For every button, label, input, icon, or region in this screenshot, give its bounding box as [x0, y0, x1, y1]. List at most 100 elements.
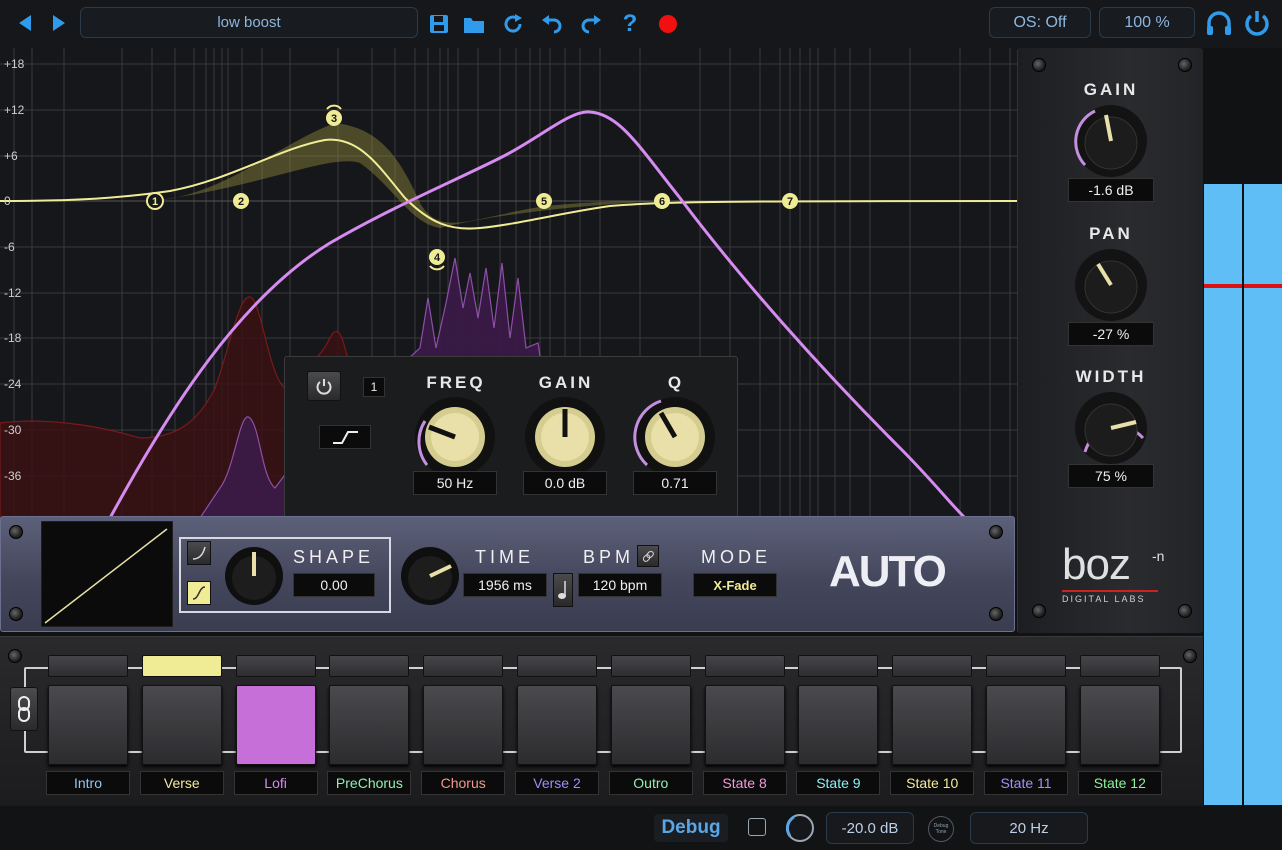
width-value[interactable]: 75 % — [1068, 464, 1154, 488]
state-name-1[interactable]: Intro — [46, 771, 130, 795]
eq-node-6[interactable]: 6 — [654, 193, 670, 209]
state-pad-9[interactable] — [798, 685, 879, 765]
output-panel: GAIN -1.6 dB PAN -27 % WIDTH 75 % boz -n… — [1017, 48, 1203, 633]
bpm-label: BPM — [583, 547, 635, 567]
state-pad-2[interactable] — [141, 685, 222, 765]
freq-knob[interactable] — [411, 395, 501, 481]
zoom-button[interactable]: 100 % — [1099, 7, 1195, 38]
state-pad-7[interactable] — [610, 685, 691, 765]
output-gain-value[interactable]: -1.6 dB — [1068, 178, 1154, 202]
band-power-button[interactable] — [307, 371, 341, 401]
q-knob[interactable] — [631, 395, 721, 481]
debug-level-value[interactable]: -20.0 dB — [826, 812, 914, 844]
state-select-11[interactable] — [986, 655, 1066, 677]
help-icon[interactable]: ? — [618, 10, 642, 37]
time-knob[interactable] — [399, 545, 461, 607]
state-link-button[interactable] — [10, 687, 38, 731]
eq-node-3[interactable]: 3 — [326, 104, 342, 126]
state-select-4[interactable] — [329, 655, 410, 677]
debug-button[interactable]: Debug — [654, 814, 728, 842]
freq-value[interactable]: 50 Hz — [413, 471, 497, 495]
db-scale-label: +18 — [4, 57, 25, 71]
debug-checkbox[interactable] — [748, 818, 766, 836]
state-select-1[interactable] — [48, 655, 128, 677]
time-value[interactable]: 1956 ms — [463, 573, 547, 597]
output-gain-knob[interactable] — [1068, 103, 1154, 179]
state-select-6[interactable] — [517, 655, 597, 677]
bpm-link-button[interactable] — [637, 545, 659, 567]
state-name-9[interactable]: State 9 — [796, 771, 881, 795]
state-select-12[interactable] — [1079, 655, 1160, 677]
state-pad-12[interactable] — [1079, 685, 1160, 765]
record-button[interactable] — [656, 12, 680, 36]
state-pad-1[interactable] — [48, 685, 128, 765]
eq-node-4[interactable]: 4 — [429, 249, 445, 271]
state-name-5[interactable]: Chorus — [421, 771, 506, 795]
state-name-12[interactable]: State 12 — [1077, 771, 1162, 795]
exp-shape-button[interactable] — [187, 541, 211, 565]
redo-button[interactable] — [578, 12, 604, 36]
low-shelf-icon — [333, 431, 358, 444]
prev-icon — [19, 15, 31, 31]
state-select-7[interactable] — [610, 655, 691, 677]
note-sync-button[interactable] — [553, 573, 573, 607]
state-pad-10[interactable] — [892, 685, 973, 765]
band-gain-value[interactable]: 0.0 dB — [523, 471, 607, 495]
reload-button[interactable] — [500, 12, 526, 36]
state-name-6[interactable]: Verse 2 — [515, 771, 599, 795]
mode-selector[interactable]: X-Fade — [693, 573, 777, 597]
shape-value[interactable]: 0.00 — [293, 573, 375, 597]
eq-node-1[interactable]: 1 — [146, 192, 164, 210]
eq-node-7[interactable]: 7 — [782, 193, 798, 209]
state-pad-4[interactable] — [329, 685, 410, 765]
state-pad-6[interactable] — [517, 685, 597, 765]
state-select-9[interactable] — [798, 655, 879, 677]
state-name-11[interactable]: State 11 — [984, 771, 1068, 795]
headphones-button[interactable] — [1204, 8, 1234, 38]
pan-value[interactable]: -27 % — [1068, 322, 1154, 346]
state-name-10[interactable]: State 10 — [890, 771, 975, 795]
state-pad-8[interactable] — [704, 685, 785, 765]
state-pad-3[interactable] — [235, 685, 316, 765]
state-name-3[interactable]: Lofi — [233, 771, 318, 795]
state-pad-11[interactable] — [986, 685, 1066, 765]
state-pad-5[interactable] — [423, 685, 504, 765]
eq-node-5[interactable]: 5 — [536, 193, 552, 209]
state-select-10[interactable] — [892, 655, 973, 677]
debug-level-knob[interactable] — [784, 812, 816, 844]
eq-node-2[interactable]: 2 — [233, 193, 249, 209]
width-knob[interactable] — [1068, 390, 1154, 466]
screw-icon — [8, 649, 22, 663]
svg-text:1: 1 — [152, 196, 158, 208]
debug-tone-toggle[interactable]: Debug Tone — [928, 816, 954, 842]
undo-button[interactable] — [539, 12, 565, 36]
state-name-8[interactable]: State 8 — [702, 771, 787, 795]
q-value[interactable]: 0.71 — [633, 471, 717, 495]
bpm-value[interactable]: 120 bpm — [578, 573, 662, 597]
state-select-8[interactable] — [704, 655, 785, 677]
debug-frequency-value[interactable]: 20 Hz — [970, 812, 1088, 844]
state-select-2[interactable] — [141, 655, 222, 677]
pan-knob[interactable] — [1068, 247, 1154, 323]
save-button[interactable] — [427, 12, 451, 36]
brand-subtitle: DIGITAL LABS — [1062, 590, 1158, 604]
filter-type-selector[interactable] — [319, 425, 371, 449]
db-scale-label: -36 — [4, 469, 22, 483]
band-gain-knob[interactable] — [521, 395, 611, 481]
screw-icon — [1178, 58, 1192, 72]
state-select-3[interactable] — [235, 655, 316, 677]
state-name-2[interactable]: Verse — [139, 771, 224, 795]
state-name-7[interactable]: Outro — [608, 771, 693, 795]
power-button[interactable] — [1242, 8, 1272, 38]
note-icon — [558, 581, 566, 599]
next-preset-button[interactable] — [46, 10, 72, 36]
state-name-4[interactable]: PreChorus — [327, 771, 412, 795]
auto-panel: SHAPE 0.00 TIME 1956 ms BPM 120 bpm MODE… — [0, 516, 1015, 632]
s-shape-button[interactable] — [187, 581, 211, 605]
state-select-5[interactable] — [423, 655, 504, 677]
oversampling-button[interactable]: OS: Off — [989, 7, 1091, 38]
preset-name-field[interactable]: low boost — [80, 7, 418, 38]
shape-knob[interactable] — [223, 545, 285, 607]
open-button[interactable] — [461, 12, 487, 36]
prev-preset-button[interactable] — [12, 10, 38, 36]
